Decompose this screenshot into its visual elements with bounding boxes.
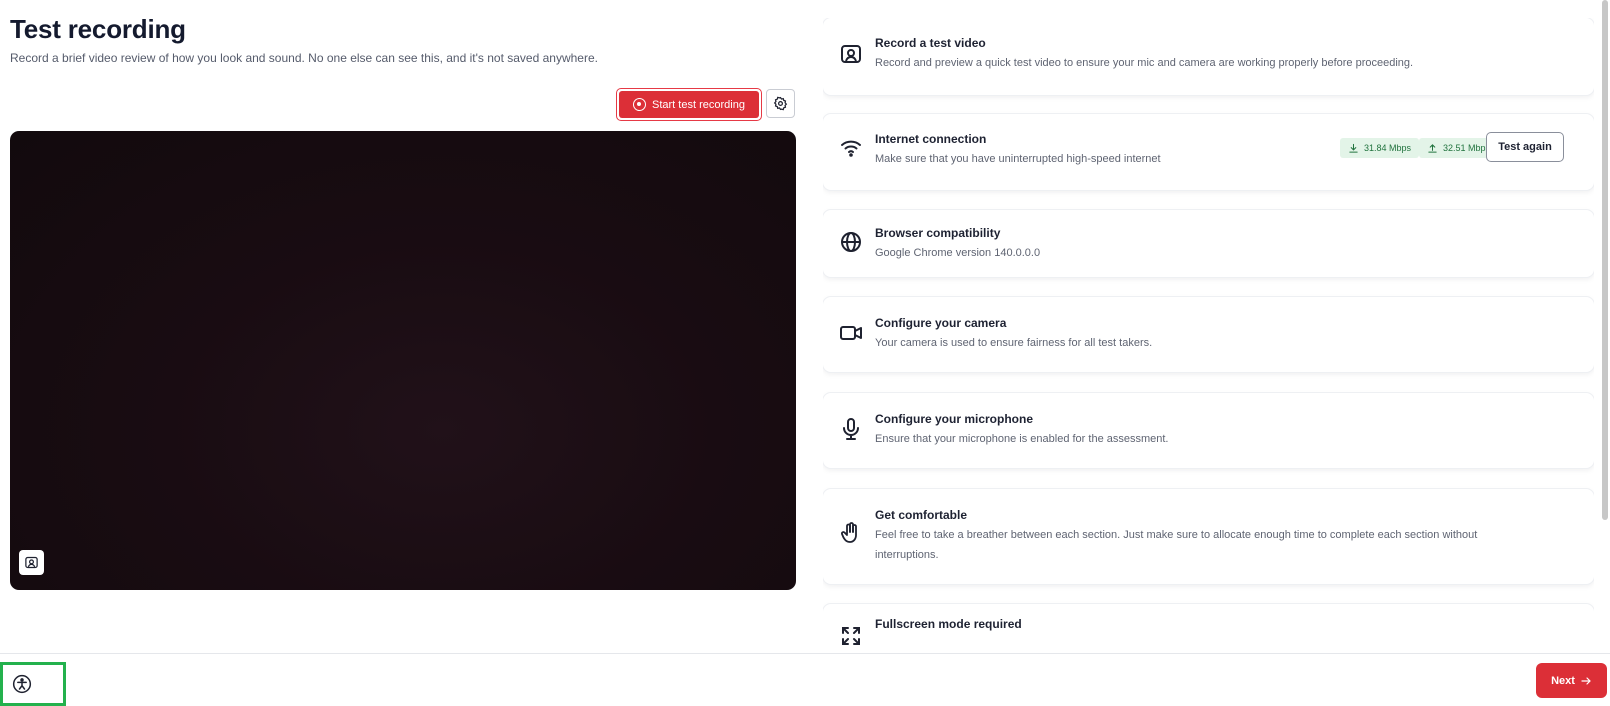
checklist-item-browser: Browser compatibility Google Chrome vers… [823, 210, 1594, 277]
hand-icon [841, 522, 857, 543]
camera-toggle-button[interactable] [19, 550, 44, 575]
page-scrollbar[interactable] [1602, 0, 1608, 706]
checklist-description: Google Chrome version 140.0.0.0 [875, 247, 1041, 259]
checklist-item-comfortable: Get comfortable Feel free to take a brea… [823, 489, 1594, 584]
start-test-recording-button[interactable]: Start test recording [619, 91, 759, 118]
arrow-right-icon [1581, 676, 1591, 685]
footer-bar: Next [0, 653, 1610, 706]
download-speed-value: 31.84 Mbps [1364, 143, 1412, 153]
gear-icon [773, 96, 788, 111]
record-circle-icon [633, 98, 646, 111]
checklist-description: Make sure that you have uninterrupted hi… [875, 153, 1161, 165]
checklist-description: Ensure that your microphone is enabled f… [875, 433, 1169, 445]
checklist-item-internet: Internet connection Make sure that you h… [823, 114, 1594, 190]
accessibility-button[interactable] [0, 662, 66, 706]
checklist-description: Record and preview a quick test video to… [875, 57, 1414, 69]
start-recording-focus-ring: Start test recording [616, 88, 762, 121]
checklist-title: Configure your camera [875, 316, 1007, 330]
checklist-description: Feel free to take a breather between eac… [875, 529, 1478, 561]
globe-icon [841, 232, 861, 252]
checklist-description: Your camera is used to ensure fairness f… [875, 337, 1153, 349]
next-button[interactable]: Next [1536, 663, 1607, 698]
checklist-title: Fullscreen mode required [875, 617, 1022, 631]
checklist-item-test-video: Record a test video Record and preview a… [823, 18, 1594, 95]
video-camera-icon [840, 326, 862, 340]
checklist-title: Configure your microphone [875, 412, 1034, 426]
download-speed-badge: 31.84 Mbps [1340, 138, 1420, 158]
fullscreen-icon [842, 627, 860, 645]
upload-icon [1428, 143, 1437, 153]
checklist-title: Browser compatibility [875, 226, 1001, 240]
wifi-icon [841, 140, 861, 157]
camera-user-icon [841, 45, 861, 63]
upload-speed-value: 32.51 Mbps [1443, 143, 1491, 153]
next-label: Next [1551, 674, 1575, 687]
camera-settings-button[interactable] [766, 89, 795, 118]
accessibility-icon [12, 674, 32, 694]
test-recording-panel: Test recording Record a brief video revi… [10, 14, 796, 590]
page-subtitle: Record a brief video review of how you l… [10, 51, 598, 65]
checklist-item-fullscreen: Fullscreen mode required [823, 604, 1594, 652]
scrollbar-thumb[interactable] [1602, 0, 1608, 520]
setup-checklist: Record a test video Record and preview a… [823, 18, 1594, 652]
download-icon [1349, 143, 1358, 153]
microphone-icon [843, 418, 859, 440]
start-test-recording-label: Start test recording [652, 98, 745, 111]
checklist-title: Get comfortable [875, 508, 968, 522]
recording-controls: Start test recording [10, 88, 796, 122]
checklist-item-camera: Configure your camera Your camera is use… [823, 297, 1594, 372]
checklist-item-microphone: Configure your microphone Ensure that yo… [823, 393, 1594, 468]
camera-user-icon [25, 556, 38, 569]
checklist-title: Internet connection [875, 132, 987, 146]
test-again-button[interactable]: Test again [1486, 132, 1564, 162]
checklist-title: Record a test video [875, 36, 986, 50]
page-title: Test recording [10, 14, 186, 44]
camera-preview [10, 131, 796, 590]
